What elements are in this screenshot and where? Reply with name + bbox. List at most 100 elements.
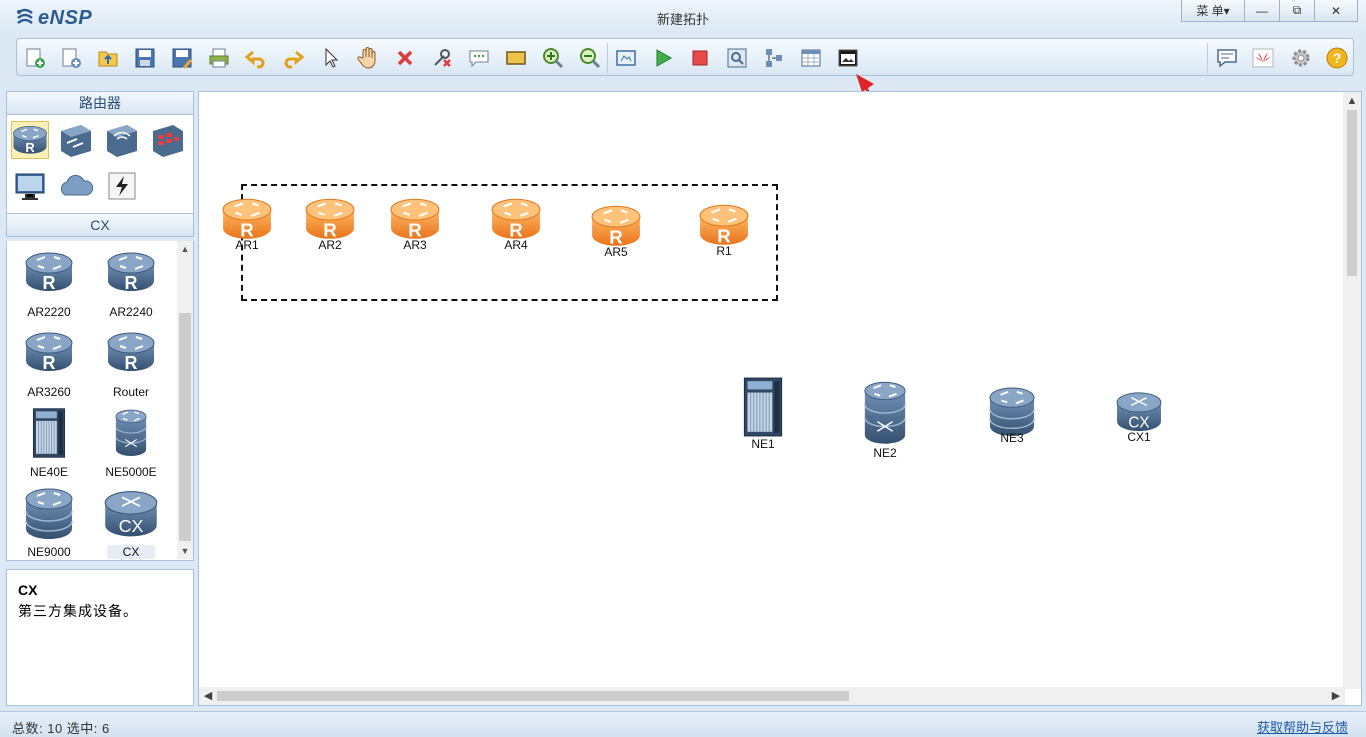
chassis-icon bbox=[741, 376, 785, 438]
start-icon[interactable] bbox=[651, 46, 675, 70]
stop-icon[interactable] bbox=[688, 46, 712, 70]
node-r1[interactable]: R1 bbox=[689, 201, 759, 258]
scrollbar-thumb[interactable] bbox=[217, 691, 849, 701]
menu-button[interactable]: 菜 单▾ bbox=[1181, 0, 1245, 22]
device-label: AR3260 bbox=[27, 385, 71, 399]
device-item-ne5000e[interactable]: NE5000E bbox=[91, 407, 171, 483]
device-item-router[interactable]: Router bbox=[91, 327, 171, 403]
toolbar-separator bbox=[1207, 43, 1208, 73]
category-header: 路由器 bbox=[6, 91, 194, 115]
new-topology-icon[interactable] bbox=[23, 46, 47, 70]
scroll-up-icon[interactable]: ▲ bbox=[1343, 92, 1361, 110]
scrollbar-thumb[interactable] bbox=[179, 313, 191, 541]
orange-router-icon bbox=[590, 202, 642, 250]
scroll-left-icon[interactable]: ◀ bbox=[199, 687, 217, 705]
help-feedback-link[interactable]: 获取帮助与反馈 bbox=[1257, 717, 1348, 736]
device-list-header: CX bbox=[6, 213, 194, 237]
undo-icon[interactable] bbox=[244, 46, 268, 70]
save-as-icon[interactable] bbox=[170, 46, 194, 70]
ne5000e-icon bbox=[113, 407, 149, 459]
scroll-right-icon[interactable]: ▶ bbox=[1327, 687, 1345, 705]
cx-icon bbox=[103, 489, 159, 539]
scroll-up-icon[interactable]: ▲ bbox=[177, 241, 193, 257]
ne40e-icon bbox=[31, 407, 67, 459]
node-ar4[interactable]: AR4 bbox=[481, 195, 551, 252]
rectangle-icon[interactable] bbox=[504, 46, 528, 70]
status-count: 总数: 10 选中: 6 bbox=[12, 721, 110, 736]
node-ar5[interactable]: AR5 bbox=[581, 202, 651, 259]
node-ar3[interactable]: AR3 bbox=[380, 195, 450, 252]
text-icon[interactable] bbox=[467, 46, 491, 70]
restore-button[interactable]: ⧉ bbox=[1279, 0, 1315, 22]
new-page-icon[interactable] bbox=[59, 46, 83, 70]
node-ar1[interactable]: AR1 bbox=[212, 195, 282, 252]
device-info-box: CX 第三方集成设备。 bbox=[6, 569, 194, 706]
router-category-icon[interactable] bbox=[11, 121, 49, 159]
device-panel: 路由器 CX AR2220 AR2240 AR3260 Router NE40E bbox=[6, 91, 194, 706]
hand-icon[interactable] bbox=[356, 46, 380, 70]
settings-icon[interactable] bbox=[1289, 46, 1313, 70]
node-ne1[interactable]: NE1 bbox=[728, 376, 798, 451]
select-icon[interactable] bbox=[319, 46, 343, 70]
device-label: NE9000 bbox=[27, 545, 71, 559]
svg-text:?: ? bbox=[1333, 50, 1342, 66]
canvas-vertical-scrollbar[interactable]: ▲ bbox=[1343, 92, 1361, 689]
node-label: NE2 bbox=[873, 446, 897, 460]
canvas-horizontal-scrollbar[interactable]: ◀ ▶ bbox=[199, 687, 1345, 705]
device-info-title: CX bbox=[18, 582, 38, 598]
tall-router-icon bbox=[861, 379, 909, 447]
capture-icon[interactable] bbox=[725, 46, 749, 70]
fit-icon[interactable] bbox=[614, 46, 638, 70]
scroll-down-icon[interactable]: ▼ bbox=[177, 543, 193, 559]
help-icon[interactable]: ? bbox=[1325, 46, 1349, 70]
close-button[interactable]: ✕ bbox=[1314, 0, 1358, 22]
device-list-scrollbar[interactable]: ▲ ▼ bbox=[177, 241, 193, 559]
redo-icon[interactable] bbox=[281, 46, 305, 70]
delete-icon[interactable] bbox=[393, 46, 417, 70]
huawei-icon[interactable] bbox=[1251, 46, 1275, 70]
device-item-cx[interactable]: CX bbox=[91, 487, 171, 563]
device-label: Router bbox=[112, 385, 150, 399]
console-icon[interactable] bbox=[836, 46, 860, 70]
print-icon[interactable] bbox=[207, 46, 231, 70]
scrollbar-thumb[interactable] bbox=[1347, 110, 1357, 276]
device-item-ar2220[interactable]: AR2220 bbox=[9, 247, 89, 323]
device-item-ar3260[interactable]: AR3260 bbox=[9, 327, 89, 403]
delete-link-icon[interactable] bbox=[430, 46, 454, 70]
pc-category-icon[interactable] bbox=[11, 167, 49, 205]
link-category-icon[interactable] bbox=[103, 167, 141, 205]
node-ar2[interactable]: AR2 bbox=[295, 195, 365, 252]
cloud-category-icon[interactable] bbox=[57, 167, 95, 205]
node-cx1[interactable]: CX1 bbox=[1104, 391, 1174, 444]
ar3260-icon bbox=[24, 329, 74, 375]
open-icon[interactable] bbox=[96, 46, 120, 70]
zoom-in-icon[interactable] bbox=[541, 46, 565, 70]
zoom-out-icon[interactable] bbox=[578, 46, 602, 70]
window-controls: 菜 单▾ — ⧉ ✕ bbox=[1181, 0, 1358, 22]
topology-canvas[interactable]: AR1 AR2 AR3 AR4 AR5 R1 NE1 NE2 NE3 CX1 ▲ bbox=[198, 91, 1362, 706]
window-title: 新建拓扑 bbox=[656, 12, 709, 27]
status-bar: 总数: 10 选中: 6 获取帮助与反馈 bbox=[0, 711, 1366, 737]
wlan-category-icon[interactable] bbox=[103, 121, 141, 159]
switch-category-icon[interactable] bbox=[57, 121, 95, 159]
device-label: NE5000E bbox=[105, 465, 157, 479]
cx-router-icon bbox=[1115, 391, 1163, 433]
firewall-category-icon[interactable] bbox=[149, 121, 187, 159]
node-ne3[interactable]: NE3 bbox=[977, 386, 1047, 445]
node-ne2[interactable]: NE2 bbox=[850, 379, 920, 460]
category-grid bbox=[6, 115, 194, 213]
ne9000-icon bbox=[24, 487, 74, 541]
device-item-ne9000[interactable]: NE9000 bbox=[9, 487, 89, 563]
message-icon[interactable] bbox=[1215, 46, 1239, 70]
topology-icon[interactable] bbox=[762, 46, 786, 70]
device-label: CX bbox=[107, 545, 155, 559]
device-item-ar2240[interactable]: AR2240 bbox=[91, 247, 171, 323]
minimize-button[interactable]: — bbox=[1244, 0, 1280, 22]
device-item-ne40e[interactable]: NE40E bbox=[9, 407, 89, 483]
device-label: AR2220 bbox=[27, 305, 71, 319]
save-icon[interactable] bbox=[133, 46, 157, 70]
grid-icon[interactable] bbox=[799, 46, 823, 70]
device-info-description: 第三方集成设备。 bbox=[18, 603, 138, 619]
title-bar: eNSP 新建拓扑 菜 单▾ — ⧉ ✕ bbox=[0, 0, 1366, 34]
ar2220-icon bbox=[24, 249, 74, 295]
